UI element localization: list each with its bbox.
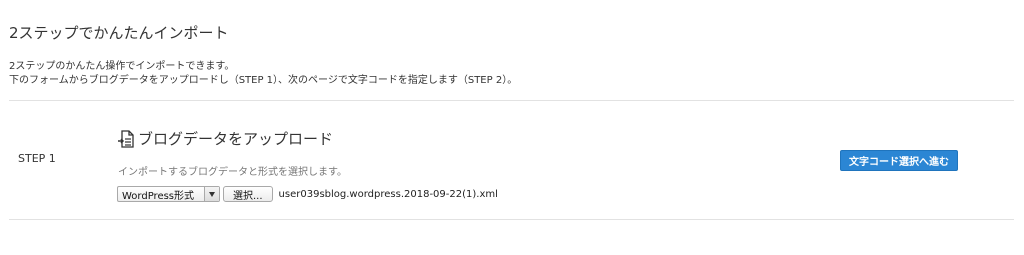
divider-top [9,100,1014,101]
chevron-down-icon [204,187,219,201]
intro-line-2: 下のフォームからブログデータをアップロードし（STEP 1）、次のページで文字コ… [9,75,518,86]
document-import-icon [118,129,134,148]
section-title: ブログデータをアップロード [138,130,334,148]
file-choose-button[interactable]: 選択... [223,186,273,202]
step-label: STEP 1 [18,152,56,165]
import-page: 2ステップでかんたんインポート 2ステップのかんたん操作でインポートできます。 … [0,0,1024,255]
intro-line-1: 2ステップのかんたん操作でインポートできます。 [9,61,235,72]
next-step-button[interactable]: 文字コード選択へ進む [840,150,958,171]
intro-text: 2ステップのかんたん操作でインポートできます。 下のフォームからブログデータをア… [9,60,517,88]
selected-file-name: user039sblog.wordpress.2018-09-22(1).xml [278,188,498,200]
format-select[interactable]: WordPress形式 [117,186,220,202]
page-title: 2ステップでかんたんインポート [9,24,229,42]
upload-controls: WordPress形式 選択... user039sblog.wordpress… [117,186,498,202]
section-header: ブログデータをアップロード [118,128,333,149]
divider-bottom [9,219,1014,220]
format-select-value: WordPress形式 [122,190,195,202]
section-description: インポートするブログデータと形式を選択します。 [118,167,347,178]
